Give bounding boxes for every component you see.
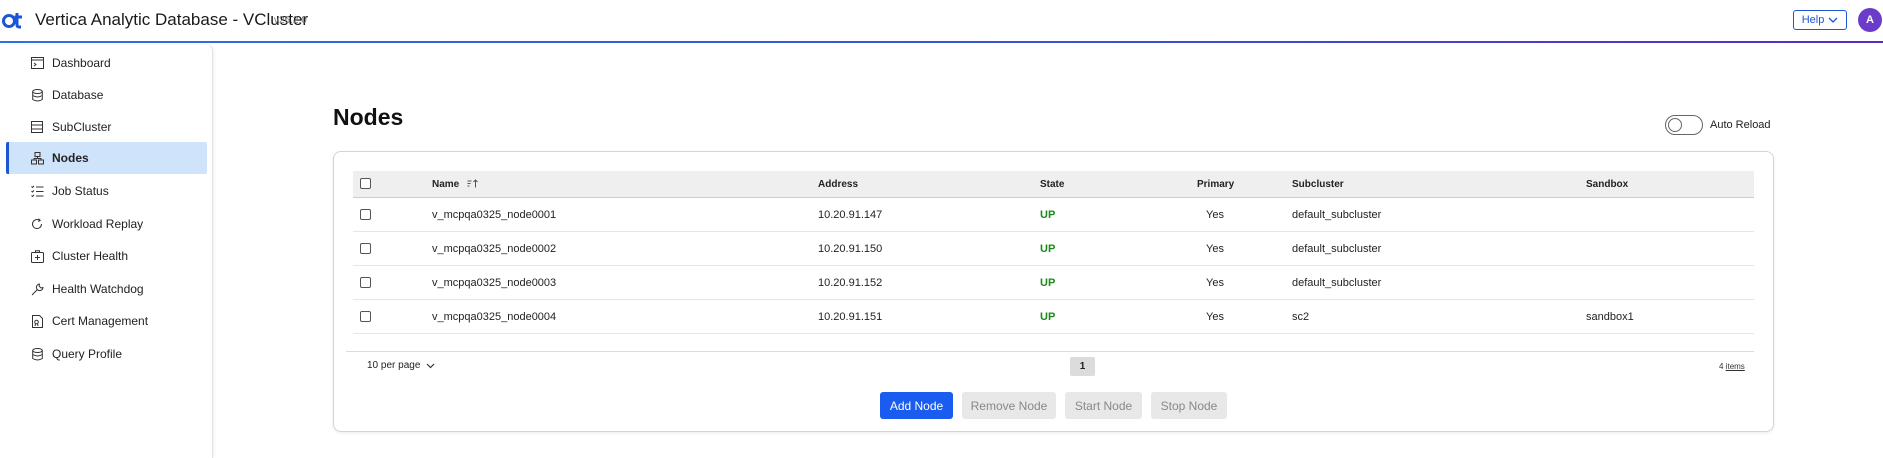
node-primary: Yes bbox=[1206, 243, 1224, 255]
sidebar-item-label: Cluster Health bbox=[52, 249, 129, 263]
sidebar-item-label: SubCluster bbox=[52, 120, 112, 134]
node-state: UP bbox=[1040, 243, 1056, 255]
sidebar-item-subcluster[interactable]: SubCluster bbox=[6, 111, 207, 143]
column-header-address: Address bbox=[818, 179, 859, 190]
cert-icon bbox=[30, 314, 44, 328]
sidebar-item-job-status[interactable]: Job Status bbox=[6, 175, 207, 207]
sidebar-item-database[interactable]: Database bbox=[6, 79, 207, 111]
node-subcluster: sc2 bbox=[1292, 311, 1310, 323]
dashboard-icon bbox=[30, 56, 44, 70]
page-title: Nodes bbox=[333, 104, 404, 130]
node-subcluster: default_subcluster bbox=[1292, 243, 1382, 255]
app-version: v26.2.0 bbox=[274, 15, 307, 26]
job-status-icon bbox=[30, 184, 44, 198]
sidebar-item-label: Job Status bbox=[52, 184, 109, 198]
sort-ascending-icon[interactable] bbox=[467, 179, 479, 188]
chevron-down-icon bbox=[426, 363, 435, 368]
sidebar-item-label: Cert Management bbox=[52, 314, 149, 328]
sidebar-item-label: Health Watchdog bbox=[52, 282, 144, 296]
row-checkbox[interactable] bbox=[360, 277, 371, 288]
table-row[interactable]: v_mcpqa0325_node0003 10.20.91.152 UP Yes… bbox=[353, 266, 1754, 300]
stop-node-button[interactable]: Stop Node bbox=[1151, 392, 1227, 419]
query-profile-icon bbox=[30, 347, 44, 361]
subcluster-icon bbox=[30, 120, 44, 134]
node-address: 10.20.91.147 bbox=[818, 209, 883, 221]
user-avatar[interactable]: A bbox=[1858, 8, 1882, 32]
header-divider bbox=[0, 41, 1883, 43]
sidebar-item-dashboard[interactable]: Dashboard bbox=[6, 47, 207, 79]
sidebar-item-label: Query Profile bbox=[52, 347, 123, 361]
table-row[interactable]: v_mcpqa0325_node0001 10.20.91.147 UP Yes… bbox=[353, 198, 1754, 232]
node-state: UP bbox=[1040, 277, 1056, 289]
column-header-name[interactable]: Name bbox=[432, 179, 479, 190]
node-name: v_mcpqa0325_node0003 bbox=[432, 277, 557, 289]
node-name: v_mcpqa0325_node0002 bbox=[432, 243, 557, 255]
node-name: v_mcpqa0325_node0004 bbox=[432, 311, 557, 323]
node-address: 10.20.91.150 bbox=[818, 243, 883, 255]
nodes-icon bbox=[30, 151, 44, 165]
auto-reload-toggle[interactable] bbox=[1665, 115, 1703, 135]
app-header: Vertica Analytic Database - VCluster v26… bbox=[0, 0, 1883, 42]
row-checkbox[interactable] bbox=[360, 209, 371, 220]
select-all-checkbox[interactable] bbox=[360, 178, 371, 189]
replay-icon bbox=[30, 217, 44, 231]
sidebar-item-label: Nodes bbox=[52, 151, 89, 165]
toggle-knob bbox=[1668, 118, 1682, 132]
page-1-button[interactable]: 1 bbox=[1070, 357, 1095, 376]
start-node-button[interactable]: Start Node bbox=[1065, 392, 1142, 419]
column-header-state: State bbox=[1040, 179, 1065, 190]
sidebar-item-label: Workload Replay bbox=[52, 217, 144, 231]
node-address: 10.20.91.151 bbox=[818, 311, 883, 323]
row-checkbox[interactable] bbox=[360, 243, 371, 254]
sidebar-item-cluster-health[interactable]: Cluster Health bbox=[6, 240, 207, 272]
node-primary: Yes bbox=[1206, 311, 1224, 323]
remove-node-button[interactable]: Remove Node bbox=[962, 392, 1056, 419]
row-checkbox[interactable] bbox=[360, 311, 371, 322]
chevron-down-icon bbox=[1828, 17, 1838, 23]
node-primary: Yes bbox=[1206, 209, 1224, 221]
sidebar-item-label: Dashboard bbox=[52, 56, 111, 70]
per-page-label: 10 per page bbox=[367, 360, 421, 371]
vertica-logo-icon[interactable] bbox=[2, 8, 26, 32]
node-sandbox: sandbox1 bbox=[1586, 311, 1634, 323]
pagination-divider bbox=[346, 351, 1754, 352]
sidebar-item-query-profile[interactable]: Query Profile bbox=[6, 338, 207, 370]
column-header-subcluster: Subcluster bbox=[1292, 179, 1344, 190]
column-header-primary: Primary bbox=[1197, 179, 1235, 190]
sidebar: Dashboard Database SubCluster Nodes Job … bbox=[0, 45, 213, 458]
column-header-sandbox: Sandbox bbox=[1586, 179, 1629, 190]
app-title: Vertica Analytic Database - VCluster bbox=[35, 10, 309, 29]
database-icon bbox=[30, 88, 44, 102]
node-address: 10.20.91.152 bbox=[818, 277, 883, 289]
table-row[interactable]: v_mcpqa0325_node0002 10.20.91.150 UP Yes… bbox=[353, 232, 1754, 266]
table-header: Name Address State Primary Subcluster Sa… bbox=[353, 171, 1754, 198]
cluster-health-icon bbox=[30, 249, 44, 263]
per-page-select[interactable]: 10 per page bbox=[367, 360, 435, 371]
sidebar-item-cert-management[interactable]: Cert Management bbox=[6, 305, 207, 337]
help-button[interactable]: Help bbox=[1793, 10, 1847, 30]
wrench-icon bbox=[30, 282, 44, 296]
sidebar-item-health-watchdog[interactable]: Health Watchdog bbox=[6, 273, 207, 305]
node-primary: Yes bbox=[1206, 277, 1224, 289]
node-state: UP bbox=[1040, 209, 1056, 221]
node-subcluster: default_subcluster bbox=[1292, 277, 1382, 289]
sidebar-item-nodes[interactable]: Nodes bbox=[6, 142, 207, 174]
sidebar-item-label: Database bbox=[52, 88, 104, 102]
node-state: UP bbox=[1040, 311, 1056, 323]
node-name: v_mcpqa0325_node0001 bbox=[432, 209, 557, 221]
help-label: Help bbox=[1801, 14, 1825, 26]
table-row[interactable]: v_mcpqa0325_node0004 10.20.91.151 UP Yes… bbox=[353, 300, 1754, 334]
auto-reload-label: Auto Reload bbox=[1710, 119, 1771, 131]
items-count: 4 items bbox=[1719, 362, 1745, 371]
add-node-button[interactable]: Add Node bbox=[880, 392, 953, 419]
node-subcluster: default_subcluster bbox=[1292, 209, 1382, 221]
sidebar-item-workload-replay[interactable]: Workload Replay bbox=[6, 208, 207, 240]
